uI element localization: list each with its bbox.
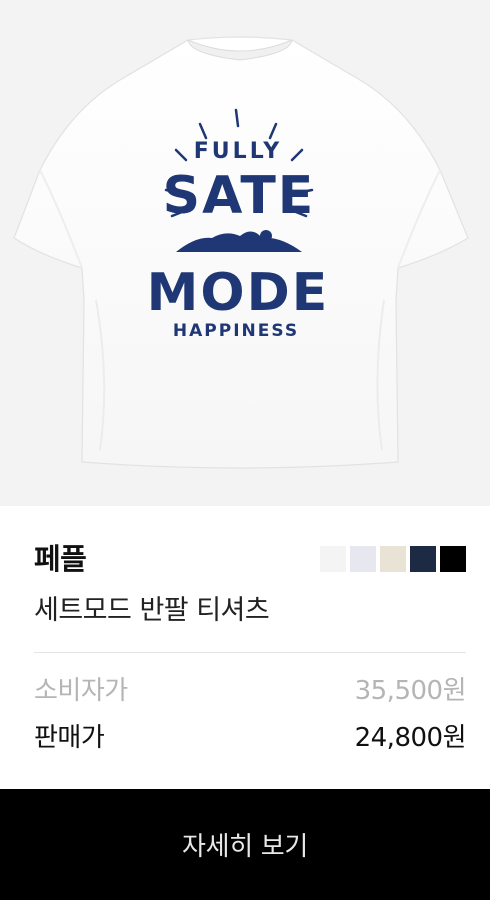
msrp-row: 소비자가 35,500원	[34, 674, 467, 708]
print-text-happiness: HAPPINESS	[173, 321, 299, 341]
brand-row: 페플	[34, 542, 466, 576]
color-swatch-white[interactable]	[320, 546, 346, 572]
divider	[34, 652, 466, 653]
print-text-sate: SATE	[163, 166, 316, 226]
color-swatch-beige[interactable]	[380, 546, 406, 572]
brand-name: 페플	[34, 542, 87, 576]
print-text-mode: MODE	[147, 263, 330, 323]
product-image[interactable]: FULLY SATE MODE HAPPINESS	[0, 0, 490, 506]
view-details-button[interactable]: 자세히 보기	[0, 789, 490, 900]
msrp-price: 35,500원	[354, 676, 467, 706]
color-swatches	[320, 546, 466, 572]
tshirt-shape	[13, 36, 469, 469]
sale-row: 판매가 24,800원	[34, 721, 467, 755]
print-text-fully: FULLY	[194, 139, 282, 164]
tshirt-illustration: FULLY SATE MODE HAPPINESS	[13, 36, 469, 469]
sale-label: 판매가	[34, 723, 105, 753]
sale-price: 24,800원	[354, 723, 467, 753]
color-swatch-black[interactable]	[440, 546, 466, 572]
color-swatch-navy[interactable]	[410, 546, 436, 572]
product-card: FULLY SATE MODE HAPPINESS 페플 세트모드 반팔 티셔츠…	[0, 0, 490, 900]
msrp-label: 소비자가	[34, 676, 128, 706]
color-swatch-lavender[interactable]	[350, 546, 376, 572]
product-name: 세트모드 반팔 티셔츠	[34, 595, 270, 626]
